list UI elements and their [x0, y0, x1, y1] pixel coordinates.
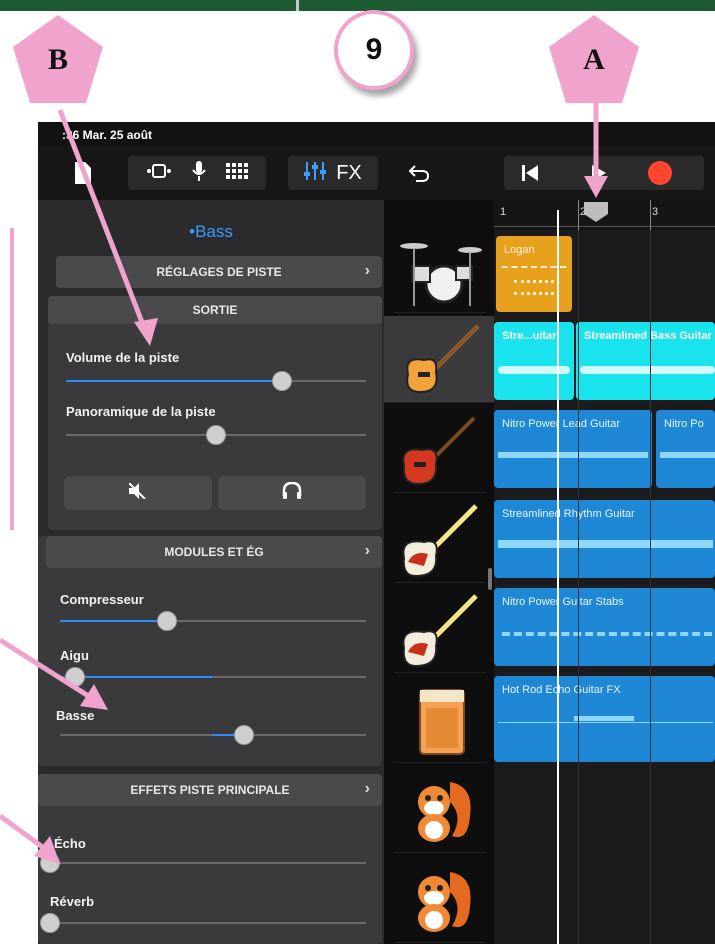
arrow-echo-head [34, 836, 60, 864]
arrow-eq-head [80, 684, 108, 710]
annotation-arrows [0, 100, 608, 864]
arrow-echo-shaft [0, 813, 46, 851]
arrow-a-head [584, 176, 608, 198]
arrow-b-shaft [57, 109, 148, 331]
arrow-b-head [134, 318, 158, 346]
arrow-eq-shaft [0, 637, 92, 700]
